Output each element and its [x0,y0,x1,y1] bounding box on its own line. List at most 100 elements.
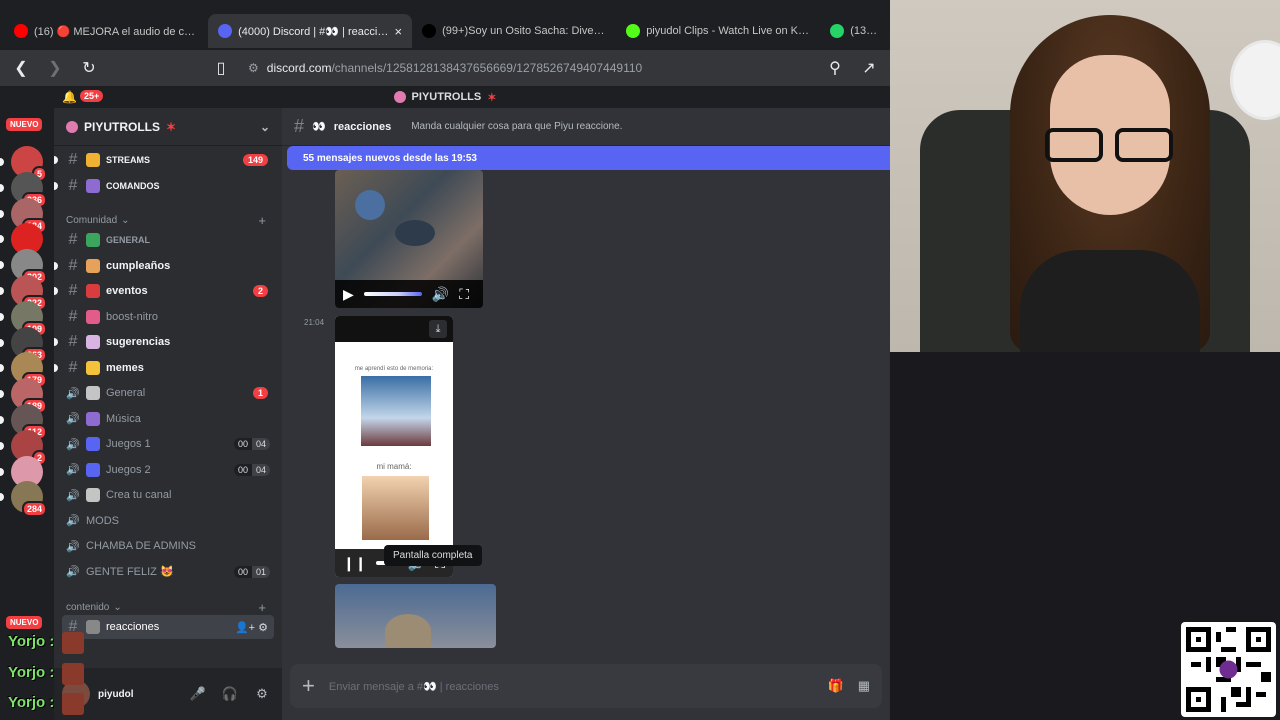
bookmark-icon[interactable]: ▯ [208,55,234,81]
hash-icon: # [294,116,305,136]
channel-voice-2[interactable]: 🔊 Juegos 1 00 04 [62,432,274,456]
channel-sugerencias[interactable]: # sugerencias [54,330,274,354]
video-progress[interactable] [363,292,422,296]
channel-voice-5[interactable]: 🔊 MODS [62,509,274,533]
video-controls: ▶ 🔊 ⛶ [335,280,483,308]
channel-voice-1[interactable]: 🔊 Música [62,407,274,431]
window-title: PIYUTROLLS [411,91,482,103]
channel-name: cumpleaños [106,259,171,272]
channel-memes[interactable]: # memes [54,356,274,380]
voice-user-count: 00 04 [233,463,270,476]
video-image-2 [362,476,429,540]
chevron-down-icon: ⌄ [113,602,122,613]
share-icon[interactable]: ↗ [856,55,882,81]
speaker-icon: 🔊 [66,540,80,553]
add-channel-icon[interactable]: + [258,600,266,615]
video-attachment[interactable]: ▶ 🔊 ⛶ [335,170,483,308]
browser-tab-strip: (16) 🔴 MEJORA el audio de cualqui (4000) … [0,0,890,50]
category-comunidad[interactable]: Comunidad ⌄ + [66,213,266,228]
volume-icon[interactable]: 🔊 [432,286,449,303]
browser-tab[interactable]: piyudol Clips - Watch Live on Kick [616,14,820,48]
voice-count-part: 00 [233,438,252,450]
unread-pip [0,209,4,218]
unread-pip [54,156,58,164]
fullscreen-tooltip: Pantalla completa [384,545,482,566]
browser-tab[interactable]: (16) 🔴 MEJORA el audio de cualqui [4,14,208,48]
unread-pip [0,312,4,321]
message-input[interactable]: Enviar mensaje a #👀 | reacciones [329,680,499,693]
channel-general[interactable]: # GENERAL [62,228,274,252]
channel-reacciones[interactable]: # reacciones 👤+ ⚙ [62,615,274,639]
channel-voice-7[interactable]: 🔊 GENTE FELIZ 😻 00 01 [62,560,274,584]
unread-pip [0,235,4,244]
overlay-chat-user: Yorjo : [8,633,55,650]
unread-pip [0,183,4,192]
forward-icon[interactable]: ❯ [42,55,68,81]
channel-eventos[interactable]: # eventos 2 [54,279,274,303]
person-shirt [1020,250,1200,352]
hash-icon: # [68,231,78,248]
browser-tab[interactable]: (99+)Soy un Osito Sacha: Diversión y [412,14,616,48]
back-icon[interactable]: ❮ [8,55,34,81]
video-thumbnail-detail [395,220,435,246]
browser-tab[interactable]: (4000) Discord | #👀 | reacciones × [208,14,413,48]
settings-icon[interactable]: ⚙ [250,682,274,706]
gif-icon[interactable]: ▦ [858,678,870,694]
channel-emoji-icon [86,309,100,324]
new-messages-bar[interactable]: 55 mensajes nuevos desde las 19:53 [287,146,890,170]
headphones-icon[interactable]: 🎧 [218,682,242,706]
add-channel-icon[interactable]: + [258,213,266,228]
site-info-icon[interactable]: ⚙ [248,61,259,75]
username: piyudol [98,688,134,700]
channel-emoji-icon [86,360,100,375]
unread-pip [0,338,4,347]
channel-boost-nitro[interactable]: # boost-nitro [62,305,274,329]
channel-name: memes [106,361,144,374]
unread-pip [0,158,4,166]
channel-voice-4[interactable]: 🔊 Crea tu canal [62,483,274,507]
zoom-icon[interactable]: ⚲ [822,55,848,81]
play-icon[interactable]: ▶ [343,286,354,303]
unread-pip [0,390,4,399]
mic-muted-icon[interactable]: 🎤 [186,682,210,706]
channel-streams[interactable]: # STREAMS 149 [54,148,274,172]
channel-sidebar: PIYUTROLLS ✶ ⌄ # STREAMS 149 # COMANDOS Comun… [54,108,282,720]
speaker-icon: 🔊 [66,438,80,451]
channel-voice-0[interactable]: 🔊 General 1 [62,381,274,405]
voice-count-part: 01 [251,565,270,578]
server-list: NUEVO NUEVO 5236184302222109363179189112… [0,108,54,720]
category-contenido[interactable]: contenido ⌄ + [66,600,266,615]
glasses-icon [1045,128,1175,164]
bell-icon[interactable]: 🔔 [62,90,77,104]
reload-icon[interactable]: ↻ [76,55,102,81]
discord-icon [218,24,233,38]
video-thumbnail [385,614,431,648]
video-image-1 [361,376,431,446]
server-mention-badge: 284 [21,501,47,518]
download-icon[interactable]: ⤓ [429,320,447,338]
channel-voice-3[interactable]: 🔊 Juegos 2 00 04 [62,458,274,482]
notification-badge: 25+ [80,90,104,102]
browser-tab[interactable]: (132) Wh [820,14,890,48]
message-composer[interactable]: + Enviar mensaje a #👀 | reacciones 🎁 ▦ [290,664,882,708]
gift-icon[interactable]: 🎁 [828,678,844,694]
channel-emoji-icon [86,284,100,298]
fullscreen-icon[interactable]: ⛶ [459,286,469,303]
pause-icon[interactable]: ❙❙ [343,555,366,572]
plus-icon[interactable]: + [302,673,315,699]
channel-voice-6[interactable]: 🔊 CHAMBA DE ADMINS [62,534,274,558]
chevron-down-icon[interactable]: ⌄ [260,120,270,134]
unread-pip [0,493,4,502]
channel-comandos[interactable]: # COMANDOS [54,174,274,198]
guild-header[interactable]: PIYUTROLLS ✶ ⌄ [54,108,282,146]
hash-icon: # [68,256,78,274]
unread-pip [54,363,58,372]
server-icon[interactable]: 284 [11,481,47,518]
invite-settings-icon[interactable]: 👤+ ⚙ [235,621,268,634]
channel-cumpleaños[interactable]: # cumpleaños [54,254,274,278]
channel-name: Juegos 2 [106,463,151,476]
video-attachment-playing[interactable]: ⤓ me aprendí esto de memoria: mi mamá: ❙… [335,316,453,577]
video-attachment-next[interactable] [335,584,496,648]
url-field[interactable]: ⚙ discord.com/channels/12581281384376566… [242,54,814,82]
close-icon[interactable]: × [395,24,403,39]
